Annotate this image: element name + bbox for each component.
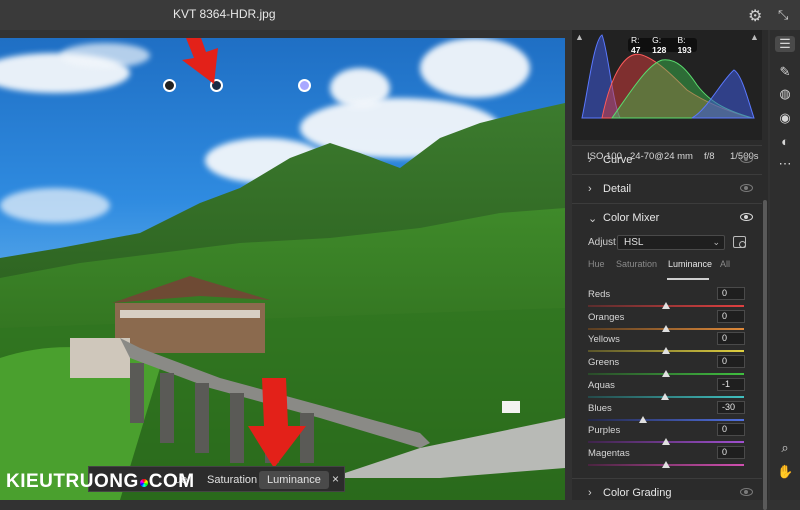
rgb-readout-r: 47 bbox=[631, 45, 641, 55]
hand-icon[interactable]: ✋ bbox=[777, 464, 793, 480]
quick-tab-saturation[interactable]: Saturation bbox=[199, 471, 265, 489]
redeye-icon[interactable]: ◉ bbox=[777, 110, 793, 126]
collapse-icon[interactable]: ⤡ bbox=[778, 7, 788, 23]
slider-value-field[interactable]: 0 bbox=[717, 309, 745, 323]
section-color-grading[interactable]: › Color Grading bbox=[572, 478, 762, 508]
slider-label: Magentas bbox=[588, 447, 630, 459]
more-icon[interactable]: ⋯ bbox=[777, 156, 793, 172]
slider-thumb[interactable] bbox=[661, 392, 670, 400]
title-bar: KVT 8364-HDR.jpg ⚙ ⤡ bbox=[0, 0, 800, 30]
rgb-readout-label: G: bbox=[652, 35, 662, 45]
chevron-down-icon: ⌄ bbox=[588, 213, 598, 225]
scrollbar-thumb[interactable] bbox=[763, 200, 767, 510]
eye-icon[interactable] bbox=[740, 213, 753, 221]
slider-purples[interactable]: Purples 0 bbox=[588, 423, 746, 447]
tab-hue[interactable]: Hue bbox=[588, 259, 605, 269]
section-label: Detail bbox=[603, 183, 632, 195]
slider-track[interactable] bbox=[588, 418, 744, 421]
section-curve[interactable]: › Curve bbox=[572, 145, 762, 175]
slider-thumb[interactable] bbox=[662, 324, 670, 332]
mask-icon[interactable]: ◐ bbox=[777, 134, 793, 150]
tab-saturation[interactable]: Saturation bbox=[616, 259, 657, 269]
zoom-icon[interactable]: ⌕ bbox=[777, 440, 793, 456]
rgb-readout: R: 47 G: 128 B: 193 bbox=[628, 35, 697, 55]
slider-value-field[interactable]: 0 bbox=[717, 332, 745, 346]
histogram: ▲ ▲ R: 47 G: 128 B: 193 bbox=[572, 30, 762, 140]
slider-label: Blues bbox=[588, 402, 612, 414]
slider-blues[interactable]: Blues -30 bbox=[588, 400, 746, 425]
slider-label: Yellows bbox=[588, 334, 620, 346]
edit-panel: ▲ ▲ R: 47 G: 128 B: 193 ISO 100 24-70@24… bbox=[572, 30, 762, 500]
slider-thumb[interactable] bbox=[662, 370, 670, 378]
slider-thumb[interactable] bbox=[638, 415, 647, 423]
chevron-right-icon: › bbox=[588, 487, 592, 499]
slider-thumb[interactable] bbox=[662, 347, 670, 355]
section-label: Color Grading bbox=[603, 487, 672, 499]
slider-yellows[interactable]: Yellows 0 bbox=[588, 332, 746, 356]
chevron-down-icon: ⌄ bbox=[712, 237, 720, 247]
eye-icon[interactable] bbox=[740, 155, 753, 163]
adjust-label: Adjust bbox=[588, 237, 616, 248]
eye-icon[interactable] bbox=[740, 488, 753, 496]
slider-thumb[interactable] bbox=[662, 302, 670, 309]
close-icon[interactable]: × bbox=[332, 472, 339, 486]
slider-magentas[interactable]: Magentas 0 bbox=[588, 445, 746, 470]
slider-aquas[interactable]: Aquas -1 bbox=[588, 377, 746, 402]
sliders-icon[interactable]: ☰ bbox=[775, 36, 795, 52]
slider-value-field[interactable]: 0 bbox=[717, 423, 745, 437]
eye-icon[interactable] bbox=[740, 184, 753, 192]
slider-label: Aquas bbox=[588, 379, 615, 391]
section-color-mixer[interactable]: ⌄ Color Mixer bbox=[572, 203, 762, 233]
slider-value-field[interactable]: -1 bbox=[717, 377, 745, 391]
brush-icon[interactable]: ✎ bbox=[777, 64, 793, 80]
hsl-tabs: Hue Saturation Luminance All bbox=[588, 259, 748, 275]
tab-all[interactable]: All bbox=[720, 259, 730, 269]
targeted-adjustment-icon[interactable] bbox=[733, 236, 746, 248]
red-arrow-icon bbox=[248, 378, 306, 468]
slider-value-field[interactable]: 0 bbox=[717, 445, 745, 459]
section-label: Color Mixer bbox=[603, 212, 660, 224]
tab-luminance[interactable]: Luminance bbox=[668, 259, 712, 269]
watermark-text: COM bbox=[148, 471, 195, 492]
slider-greens[interactable]: Greens 0 bbox=[588, 355, 746, 379]
gear-icon[interactable]: ⚙ bbox=[748, 6, 762, 26]
right-toolbar: ☰ ✎ ◍ ◉ ◐ ⋯ ⌕ ✋ bbox=[770, 30, 800, 500]
adjust-select[interactable]: HSL ⌄ bbox=[617, 235, 725, 250]
rgb-readout-g: 128 bbox=[652, 45, 667, 55]
slider-thumb[interactable] bbox=[662, 460, 670, 468]
slider-value-field[interactable]: -30 bbox=[717, 400, 745, 414]
chevron-right-icon: › bbox=[588, 154, 592, 166]
slider-value-field[interactable]: 0 bbox=[717, 287, 745, 300]
slider-oranges[interactable]: Oranges 0 bbox=[588, 309, 746, 334]
slider-label: Greens bbox=[588, 357, 620, 369]
watermark: KIEUTRUONG COM bbox=[6, 471, 195, 493]
slider-value-field[interactable]: 0 bbox=[717, 355, 745, 369]
rgb-readout-b: 193 bbox=[677, 45, 692, 55]
slider-label: Oranges bbox=[588, 311, 625, 323]
adjust-select-value: HSL bbox=[624, 237, 644, 248]
slider-label: Reds bbox=[588, 289, 611, 300]
slider-label: Purples bbox=[588, 425, 621, 437]
slider-reds[interactable]: Reds 0 bbox=[588, 287, 746, 311]
gradient-pin-handle[interactable] bbox=[298, 79, 311, 92]
spot-heal-icon[interactable]: ◍ bbox=[777, 86, 793, 102]
section-detail[interactable]: › Detail bbox=[572, 174, 762, 204]
rgb-readout-label: B: bbox=[677, 35, 686, 45]
panel-scrollbar[interactable] bbox=[762, 30, 768, 510]
quick-tab-luminance[interactable]: Luminance bbox=[259, 471, 329, 489]
image-canvas[interactable] bbox=[0, 38, 565, 500]
document-title: KVT 8364-HDR.jpg bbox=[173, 7, 276, 21]
chevron-right-icon: › bbox=[588, 183, 592, 195]
watermark-text: KIEUTRUONG bbox=[6, 471, 139, 492]
active-tab-indicator bbox=[667, 278, 709, 280]
red-arrow-icon bbox=[182, 38, 218, 84]
watermark-dot-icon bbox=[139, 479, 148, 487]
section-label: Curve bbox=[603, 154, 633, 166]
slider-thumb[interactable] bbox=[662, 438, 670, 446]
rgb-readout-label: R: bbox=[631, 35, 640, 45]
